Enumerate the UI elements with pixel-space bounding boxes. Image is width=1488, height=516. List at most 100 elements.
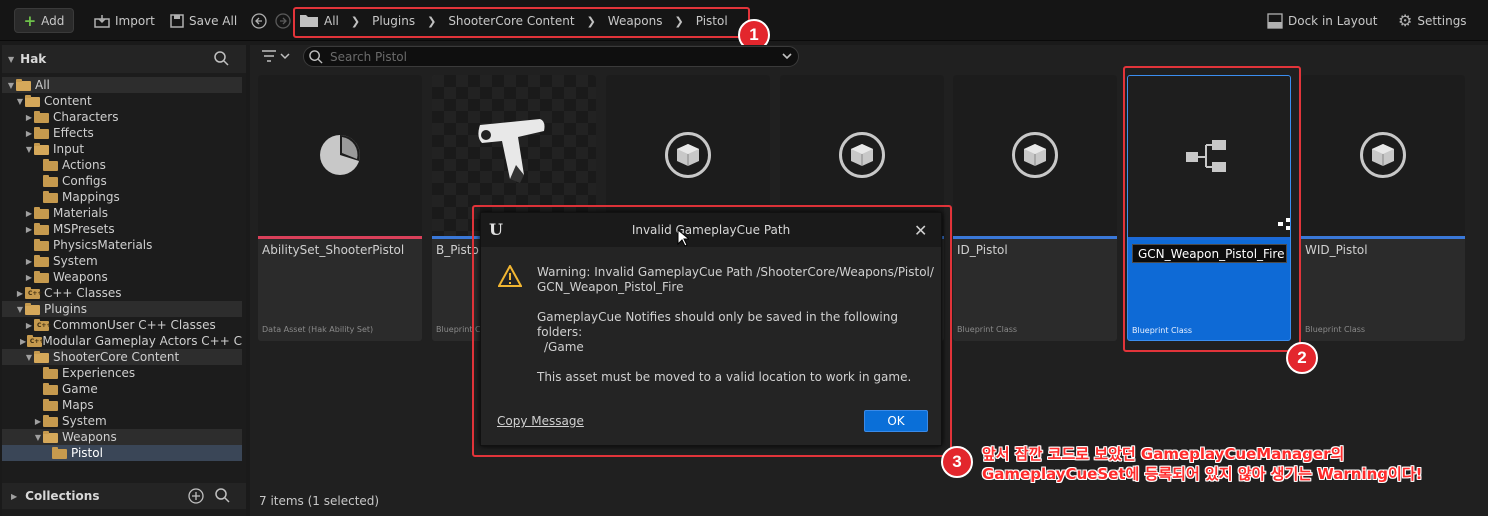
tree-item[interactable]: ▼ All <box>2 77 242 93</box>
history-back-button[interactable] <box>251 8 269 33</box>
chevron-down-icon[interactable]: ▼ <box>24 353 34 362</box>
data-asset-pie-icon <box>320 135 360 175</box>
asset-tile[interactable]: AbilitySet_ShooterPistol Data Asset (Hak … <box>258 75 422 341</box>
chevron-right-icon: ▶ <box>11 491 18 501</box>
chevron-right-icon[interactable]: ▶ <box>24 113 34 122</box>
tree-item-label: Input <box>53 142 85 156</box>
tree-item-label: Weapons <box>53 270 108 284</box>
tree-item[interactable]: Configs <box>2 173 242 189</box>
dock-in-layout-button[interactable]: Dock in Layout <box>1267 8 1378 33</box>
folder-open-icon <box>43 431 59 443</box>
tree-item[interactable]: Actions <box>2 157 242 173</box>
tree-item[interactable]: ▼ Plugins <box>2 301 242 317</box>
dock-label: Dock in Layout <box>1288 13 1378 28</box>
asset-type: Blueprint Class <box>957 325 1018 334</box>
tree-item[interactable]: ▶ Characters <box>2 109 242 125</box>
chevron-right-icon[interactable]: ▶ <box>24 129 34 138</box>
chevron-down-icon[interactable]: ▼ <box>24 145 34 154</box>
asset-tile[interactable]: WID_Pistol Blueprint Class <box>1301 75 1465 341</box>
asset-tile[interactable]: ID_Pistol Blueprint Class <box>953 75 1117 341</box>
chevron-right-icon[interactable]: ▶ <box>24 209 34 218</box>
tree-item-label: All <box>35 78 50 92</box>
history-forward-button[interactable] <box>275 8 293 33</box>
project-title: Hak <box>20 52 47 66</box>
tree-item[interactable]: ▼ Input <box>2 141 242 157</box>
tree-item[interactable]: ▶ C++ Modular Gameplay Actors C++ C <box>2 333 242 349</box>
chevron-down-icon[interactable]: ▼ <box>15 97 25 106</box>
tree-item[interactable]: ▶ Weapons <box>2 269 242 285</box>
chevron-right-icon[interactable]: ▶ <box>24 321 34 330</box>
tree-item-label: Pistol <box>71 446 103 460</box>
copy-message-link[interactable]: Copy Message <box>497 414 584 428</box>
asset-name: AbilitySet_ShooterPistol <box>262 243 405 257</box>
cpp-folder-icon: C++ <box>25 287 43 299</box>
folder-icon <box>34 207 50 219</box>
folder-icon <box>34 127 50 139</box>
folder-icon <box>43 415 59 427</box>
search-icon[interactable] <box>215 488 230 506</box>
ok-button[interactable]: OK <box>864 410 928 432</box>
import-button[interactable]: Import <box>94 8 155 33</box>
chevron-right-icon[interactable]: ▶ <box>24 257 34 266</box>
folder-open-icon <box>34 351 50 363</box>
tree-item[interactable]: Maps <box>2 397 242 413</box>
settings-button[interactable]: ⚙ Settings <box>1398 8 1467 33</box>
tree-item[interactable]: Game <box>2 381 242 397</box>
tree-item[interactable]: Mappings <box>2 189 242 205</box>
asset-type: Data Asset (Hak Ability Set) <box>262 325 374 334</box>
search-input[interactable]: Search Pistol <box>303 46 799 67</box>
chevron-down-icon[interactable]: ▼ <box>6 81 16 90</box>
annotation-badge-3: 3 <box>941 446 973 478</box>
tree-item[interactable]: ▼ Content <box>2 93 242 109</box>
chevron-down-icon[interactable]: ▼ <box>8 55 14 64</box>
chevron-right-icon[interactable]: ▶ <box>24 273 34 282</box>
chevron-right-icon[interactable]: ▶ <box>33 417 43 426</box>
cpp-tag-icon: C++ <box>28 290 43 297</box>
warning-icon <box>497 263 523 290</box>
blueprint-cube-icon <box>1360 132 1406 178</box>
settings-label: Settings <box>1417 13 1467 28</box>
folder-icon <box>34 239 50 251</box>
close-icon[interactable]: ✕ <box>914 221 927 240</box>
asset-thumbnail <box>1301 75 1465 236</box>
tree-item-label: Plugins <box>44 302 87 316</box>
tree-item-label: Weapons <box>62 430 117 444</box>
collections-header[interactable]: ▶ Collections <box>2 483 246 509</box>
asset-name: WID_Pistol <box>1305 243 1368 257</box>
gear-icon: ⚙ <box>1398 11 1413 30</box>
tree-item[interactable]: Pistol <box>2 445 242 461</box>
tree-item-label: System <box>53 254 98 268</box>
tree-item[interactable]: ▼ Weapons <box>2 429 242 445</box>
tree-item-label: Configs <box>62 174 107 188</box>
filter-icon[interactable] <box>261 49 291 66</box>
tree-item[interactable]: PhysicsMaterials <box>2 237 242 253</box>
tree-item[interactable]: ▶ System <box>2 253 242 269</box>
chevron-down-icon[interactable]: ▼ <box>15 305 25 314</box>
add-circle-icon[interactable] <box>188 488 204 507</box>
chevron-down-icon[interactable]: ▼ <box>33 433 43 442</box>
blueprint-cube-icon <box>1012 132 1058 178</box>
save-all-button[interactable]: Save All <box>170 8 237 33</box>
dock-icon <box>1267 12 1283 29</box>
unreal-logo-icon: U <box>489 220 503 239</box>
tree-item[interactable]: ▶ Effects <box>2 125 242 141</box>
tree-item[interactable]: ▶ C++ C++ Classes <box>2 285 242 301</box>
tree-item[interactable]: ▶ C++ CommonUser C++ Classes <box>2 317 242 333</box>
chevron-right-icon[interactable]: ▶ <box>15 289 25 298</box>
folder-icon <box>34 111 50 123</box>
tree-item-label: Game <box>62 382 98 396</box>
chevron-down-icon[interactable] <box>781 50 793 65</box>
tree-item[interactable]: Experiences <box>2 365 242 381</box>
folders-line-2: /Game <box>544 340 584 354</box>
search-icon[interactable] <box>214 51 229 69</box>
tree-item[interactable]: ▼ ShooterCore Content <box>2 349 242 365</box>
annotation-box-breadcrumb <box>293 7 750 38</box>
tree-item[interactable]: ▶ MSPresets <box>2 221 242 237</box>
chevron-right-icon[interactable]: ▶ <box>19 337 27 346</box>
tree-item[interactable]: ▶ System <box>2 413 242 429</box>
add-button[interactable]: + Add <box>14 8 74 33</box>
folder-icon <box>43 367 59 379</box>
tree-item[interactable]: ▶ Materials <box>2 205 242 221</box>
chevron-right-icon[interactable]: ▶ <box>24 225 34 234</box>
blueprint-cube-icon <box>665 132 711 178</box>
